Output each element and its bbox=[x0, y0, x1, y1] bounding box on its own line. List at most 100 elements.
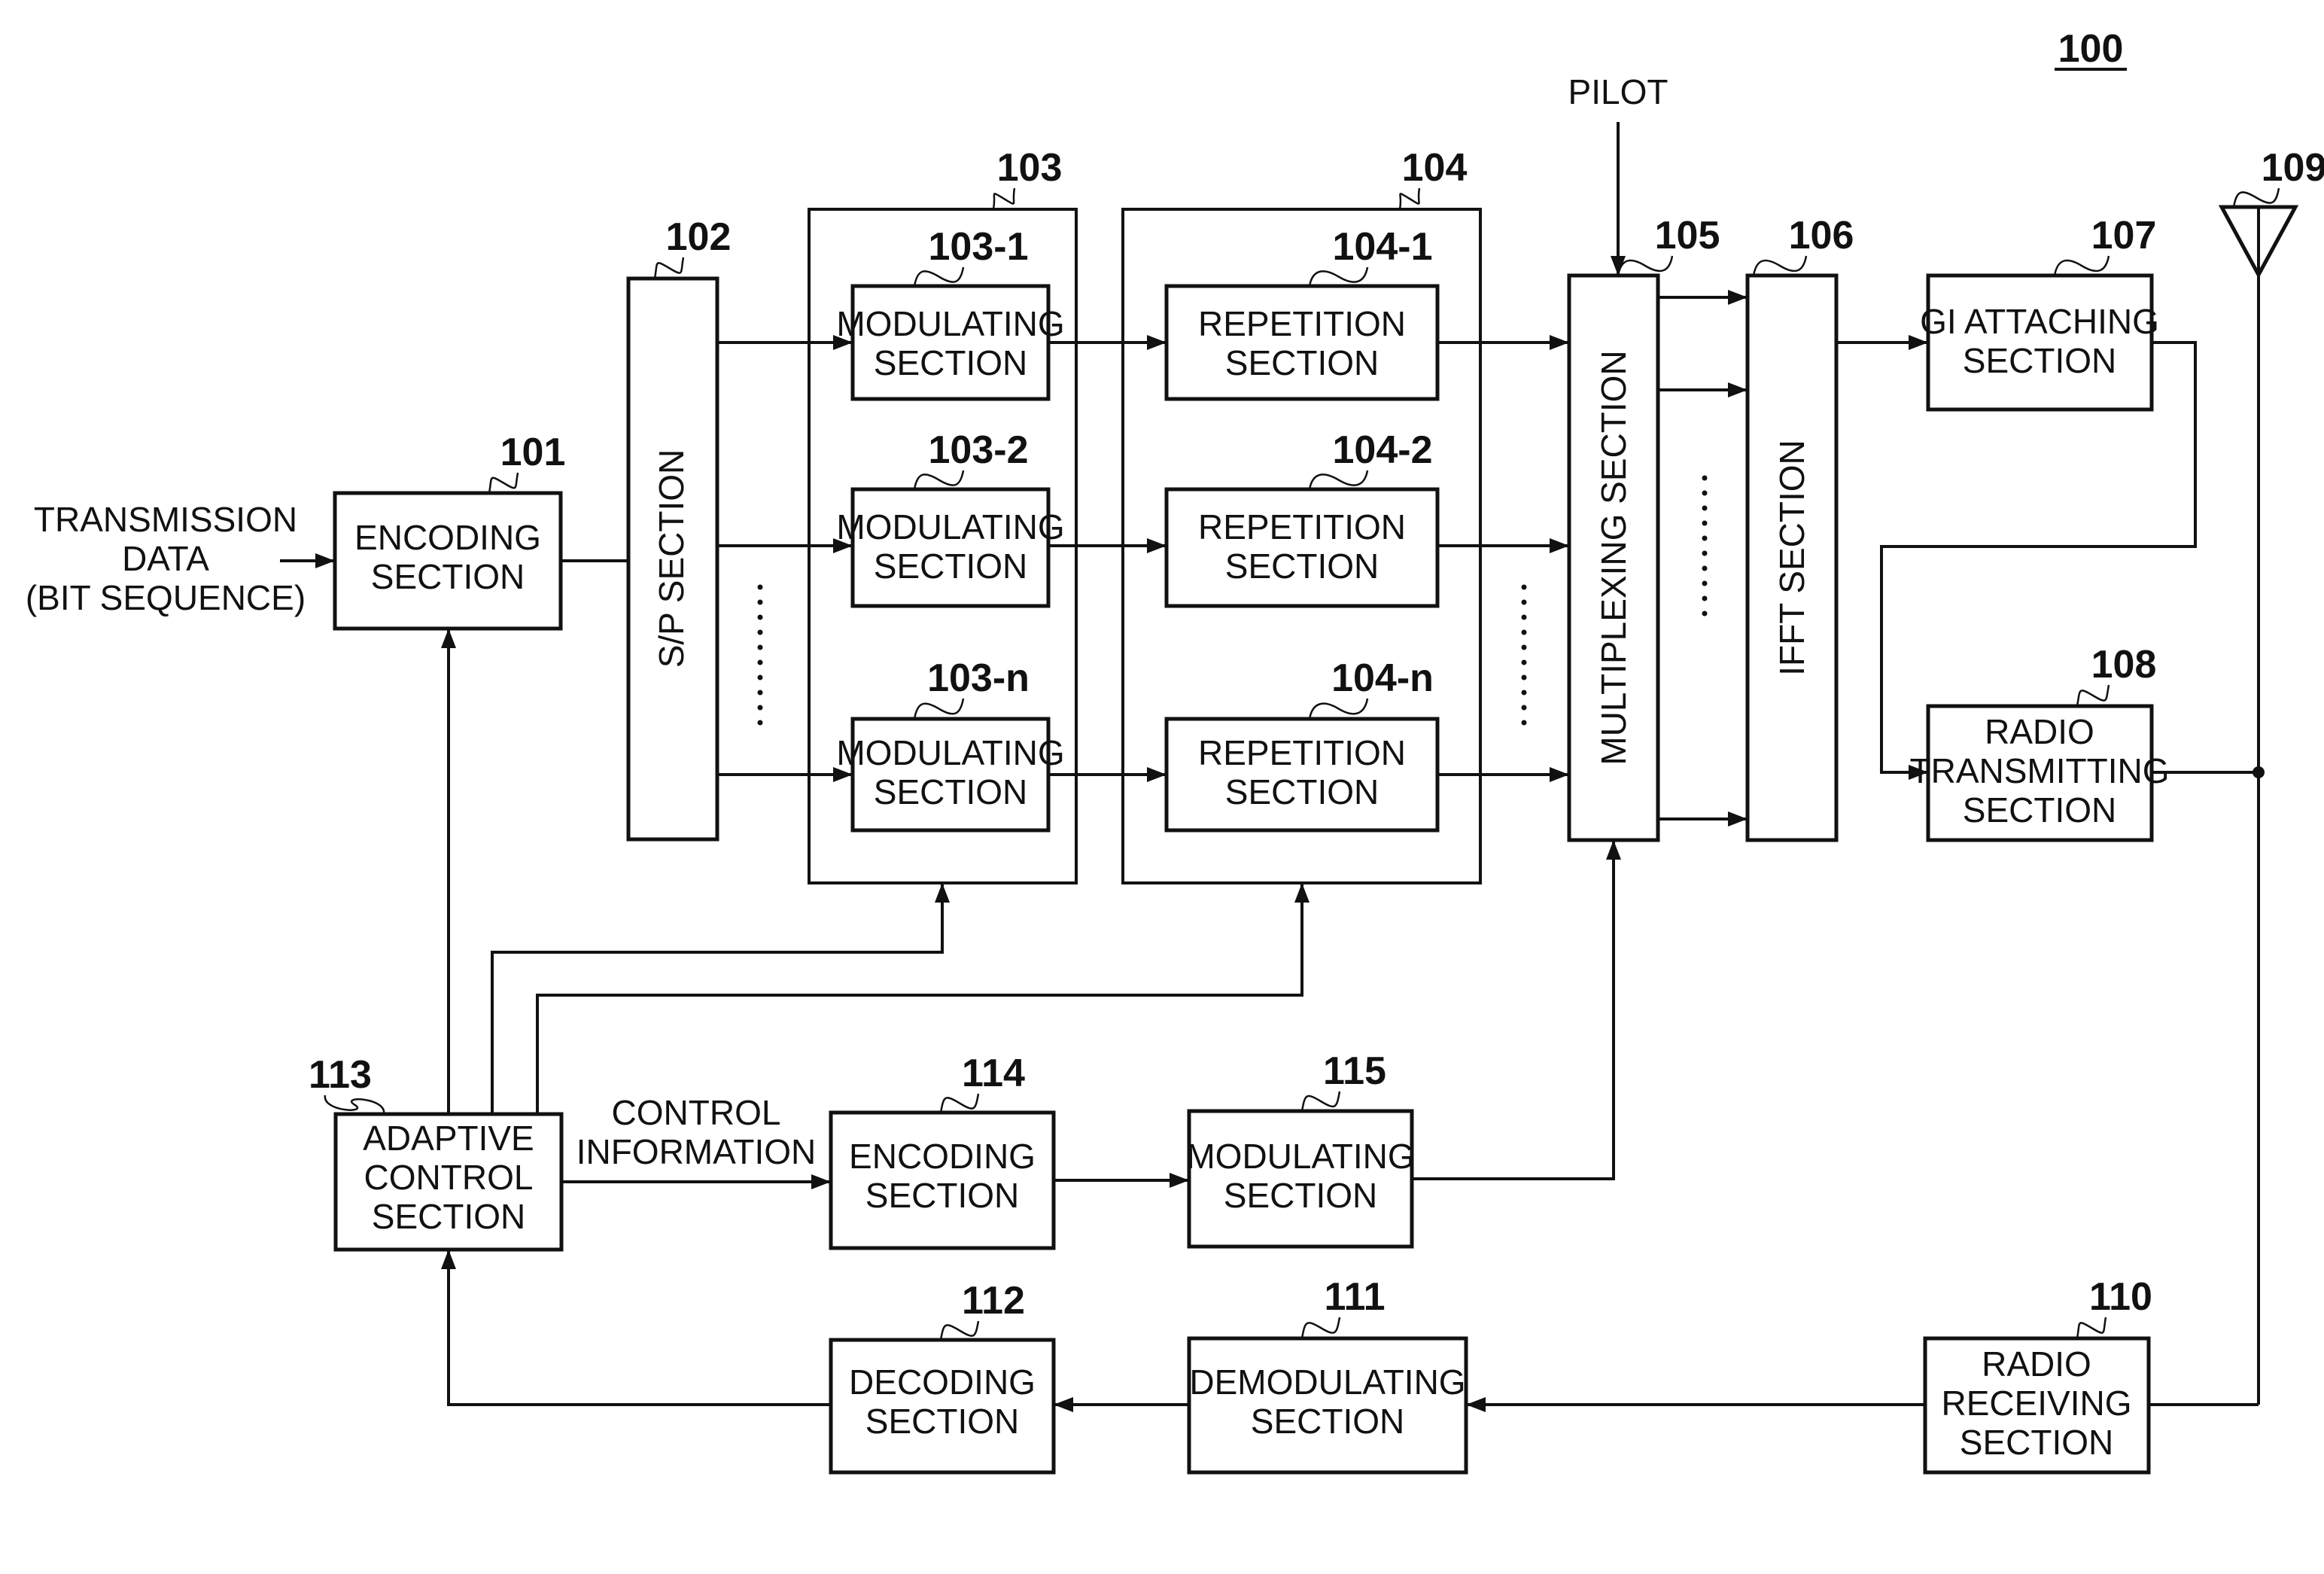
svg-text:S/P SECTION: S/P SECTION bbox=[652, 449, 691, 668]
svg-text:MULTIPLEXING SECTION: MULTIPLEXING SECTION bbox=[1594, 350, 1633, 765]
input-label: TRANSMISSION DATA (BIT SEQUENCE) bbox=[26, 500, 306, 617]
svg-text:CONTROL: CONTROL bbox=[364, 1158, 534, 1197]
ref-ifft-106: 106 bbox=[1752, 214, 1854, 276]
leader-line bbox=[1300, 1317, 1341, 1339]
arrowhead-icon bbox=[1728, 290, 1748, 305]
svg-text:SECTION: SECTION bbox=[1225, 546, 1379, 586]
svg-text:104-n: 104-n bbox=[1331, 656, 1434, 700]
svg-text:SECTION: SECTION bbox=[874, 343, 1027, 382]
svg-text:IFFT SECTION: IFFT SECTION bbox=[1772, 440, 1811, 676]
ref-sp-102: 102 bbox=[653, 215, 732, 279]
svg-text:DATA: DATA bbox=[122, 539, 209, 578]
block-repetition-104-n: REPETITION SECTION bbox=[1164, 717, 1440, 833]
svg-text:RADIO: RADIO bbox=[1982, 1344, 2091, 1384]
multiplexing-to-ifft bbox=[1658, 290, 1748, 305]
svg-text:115: 115 bbox=[1323, 1049, 1386, 1093]
svg-text:MODULATING: MODULATING bbox=[1186, 1137, 1414, 1176]
arrowhead-icon bbox=[1550, 335, 1569, 350]
ref-adaptive-113: 113 bbox=[309, 1053, 385, 1115]
adaptive-to-modulating-group bbox=[491, 883, 950, 1114]
svg-text:RADIO: RADIO bbox=[1985, 712, 2094, 751]
demodulating-to-decoding bbox=[1054, 1397, 1189, 1412]
block-repetition-104-2: REPETITION SECTION bbox=[1164, 487, 1440, 608]
ref-decoding-112: 112 bbox=[939, 1279, 1025, 1341]
svg-text:(BIT SEQUENCE): (BIT SEQUENCE) bbox=[26, 578, 306, 617]
ref-demodulating-111: 111 bbox=[1300, 1275, 1386, 1339]
svg-text:REPETITION: REPETITION bbox=[1198, 733, 1406, 772]
svg-text:SECTION: SECTION bbox=[874, 546, 1027, 586]
svg-text:MODULATING: MODULATING bbox=[836, 304, 1064, 343]
svg-text:ENCODING: ENCODING bbox=[849, 1137, 1036, 1176]
svg-text:104-1: 104-1 bbox=[1333, 225, 1433, 269]
leader-line bbox=[2076, 684, 2110, 707]
ref-modulating-group-103: 103 bbox=[992, 146, 1062, 210]
leader-line bbox=[1617, 255, 1674, 276]
svg-text:110: 110 bbox=[2089, 1275, 2152, 1319]
ref-encoding-114: 114 bbox=[939, 1052, 1025, 1113]
leader-line bbox=[1752, 255, 1808, 276]
ref-repetition-group-104: 104 bbox=[1398, 146, 1468, 210]
leader-line bbox=[2076, 1317, 2107, 1339]
svg-text:SECTION: SECTION bbox=[874, 772, 1027, 811]
svg-text:ENCODING: ENCODING bbox=[354, 518, 541, 557]
decoding-to-adaptive bbox=[441, 1250, 831, 1406]
svg-text:TRANSMITTING: TRANSMITTING bbox=[1910, 751, 2170, 790]
radio-rx-to-demodulating bbox=[1466, 1397, 1925, 1412]
svg-text:SECTION: SECTION bbox=[865, 1176, 1019, 1215]
block-demodulating-111: DEMODULATING SECTION bbox=[1187, 1336, 1468, 1475]
svg-text:103-n: 103-n bbox=[927, 656, 1030, 700]
arrowhead-icon bbox=[811, 1174, 831, 1189]
input-arrow bbox=[280, 553, 335, 568]
svg-text:113: 113 bbox=[309, 1053, 372, 1097]
ref-radio-rx-110: 110 bbox=[2076, 1275, 2152, 1339]
block-radio-receiving-110: RADIO RECEIVING SECTION bbox=[1923, 1336, 2151, 1475]
svg-text:SECTION: SECTION bbox=[1225, 772, 1379, 811]
svg-text:INFORMATION: INFORMATION bbox=[576, 1132, 817, 1171]
arrowhead-icon bbox=[1550, 538, 1569, 553]
ref-multiplexing-105: 105 bbox=[1617, 214, 1720, 276]
leader-line bbox=[939, 1320, 980, 1341]
antenna-109 bbox=[2218, 205, 2299, 1405]
svg-text:SECTION: SECTION bbox=[1963, 790, 2116, 830]
svg-text:CONTROL: CONTROL bbox=[612, 1093, 781, 1132]
svg-text:109: 109 bbox=[2262, 146, 2324, 190]
block-ifft-106: IFFT SECTION bbox=[1745, 273, 1839, 842]
arrowhead-icon bbox=[1606, 840, 1621, 860]
arrowhead-icon bbox=[1728, 811, 1748, 827]
svg-text:MODULATING: MODULATING bbox=[836, 733, 1064, 772]
leader-line bbox=[1398, 187, 1421, 210]
svg-text:102: 102 bbox=[666, 215, 732, 259]
control-information-label: CONTROL INFORMATION bbox=[576, 1093, 817, 1171]
svg-text:108: 108 bbox=[2091, 643, 2157, 687]
block-modulating-103-2: MODULATING SECTION bbox=[836, 487, 1065, 608]
leader-line bbox=[324, 1094, 385, 1115]
svg-text:SECTION: SECTION bbox=[1963, 341, 2116, 380]
svg-text:103-1: 103-1 bbox=[929, 225, 1029, 269]
block-modulating-115: MODULATING SECTION bbox=[1186, 1109, 1415, 1249]
svg-text:107: 107 bbox=[2091, 214, 2157, 257]
adaptive-to-encoding bbox=[441, 629, 456, 1114]
svg-text:111: 111 bbox=[1324, 1275, 1385, 1319]
ref-gi-107: 107 bbox=[2053, 214, 2157, 276]
svg-text:114: 114 bbox=[962, 1052, 1025, 1095]
arrowhead-icon bbox=[935, 883, 950, 903]
svg-text:103-2: 103-2 bbox=[929, 428, 1029, 472]
arrowhead-icon bbox=[1294, 883, 1310, 903]
leader-line bbox=[488, 472, 519, 494]
svg-text:SECTION: SECTION bbox=[371, 557, 525, 596]
leader-line bbox=[2232, 187, 2280, 208]
leader-line bbox=[653, 257, 685, 279]
block-gi-attaching-107: GI ATTACHING SECTION bbox=[1920, 273, 2159, 412]
svg-text:104: 104 bbox=[1402, 146, 1468, 190]
svg-text:SECTION: SECTION bbox=[1960, 1423, 2113, 1462]
svg-text:SECTION: SECTION bbox=[1224, 1176, 1377, 1215]
multiplexing-to-ifft bbox=[1658, 382, 1748, 397]
arrowhead-icon bbox=[1466, 1397, 1486, 1412]
svg-text:112: 112 bbox=[962, 1279, 1025, 1323]
figure-number: 100 bbox=[2058, 27, 2124, 71]
svg-text:105: 105 bbox=[1655, 214, 1720, 257]
block-radio-transmitting-108: RADIO TRANSMITTING SECTION bbox=[1910, 704, 2170, 842]
adaptive-to-encoding-114 bbox=[561, 1174, 831, 1189]
svg-text:DECODING: DECODING bbox=[849, 1362, 1036, 1402]
encoding-to-modulating-115 bbox=[1054, 1173, 1189, 1188]
